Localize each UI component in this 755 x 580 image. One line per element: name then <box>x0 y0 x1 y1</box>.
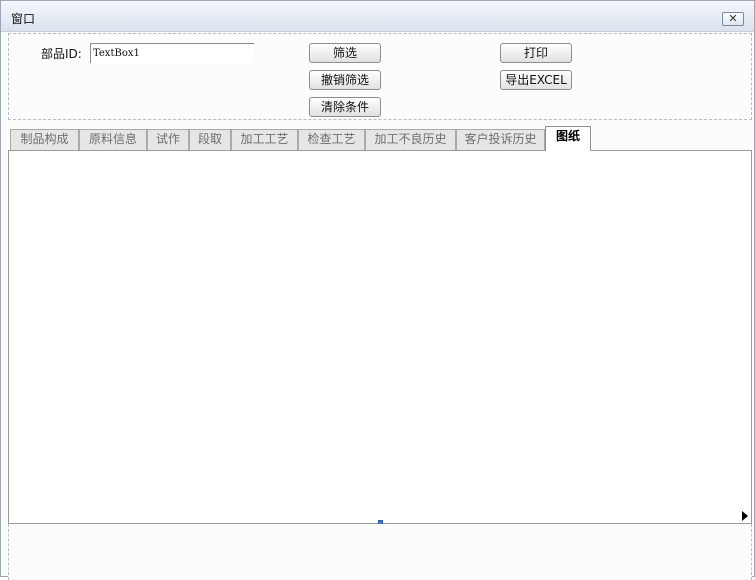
tab-strip: 制品构成 原料信息 试作 段取 加工工艺 检查工艺 加工不良历史 客户投诉历史 … <box>10 126 750 151</box>
close-icon[interactable]: ✕ <box>722 12 744 26</box>
tab-drawings[interactable]: 图纸 <box>545 126 591 151</box>
print-button[interactable]: 打印 <box>500 43 572 63</box>
clear-conditions-button[interactable]: 清除条件 <box>309 97 381 117</box>
triangle-right-icon[interactable] <box>742 511 748 521</box>
tab-inspection[interactable]: 检查工艺 <box>298 129 365 150</box>
window-title: 窗口 <box>11 12 36 26</box>
app-window: 窗口 ✕ 部品ID: 筛选 撤销筛选 清除条件 打印 导出EXCEL 制品构成 … <box>0 0 755 580</box>
tab-material-info[interactable]: 原料信息 <box>79 129 147 150</box>
part-id-label: 部品ID: <box>41 47 82 61</box>
tab-content-area <box>8 150 752 524</box>
cancel-filter-button[interactable]: 撤销筛选 <box>309 70 381 90</box>
part-id-input[interactable] <box>90 43 254 63</box>
export-excel-button[interactable]: 导出EXCEL <box>500 70 572 90</box>
tab-defect-history[interactable]: 加工不良历史 <box>365 129 456 150</box>
tab-product-composition[interactable]: 制品构成 <box>10 129 79 150</box>
tab-processing[interactable]: 加工工艺 <box>231 129 298 150</box>
tab-trial[interactable]: 试作 <box>147 129 189 150</box>
tab-setup[interactable]: 段取 <box>189 129 231 150</box>
filter-button[interactable]: 筛选 <box>309 43 381 63</box>
tab-complaint-history[interactable]: 客户投诉历史 <box>456 129 545 150</box>
filter-panel: 部品ID: 筛选 撤销筛选 清除条件 打印 导出EXCEL <box>8 33 752 120</box>
title-bar: 窗口 ✕ <box>1 1 754 32</box>
bottom-panel <box>8 524 752 580</box>
